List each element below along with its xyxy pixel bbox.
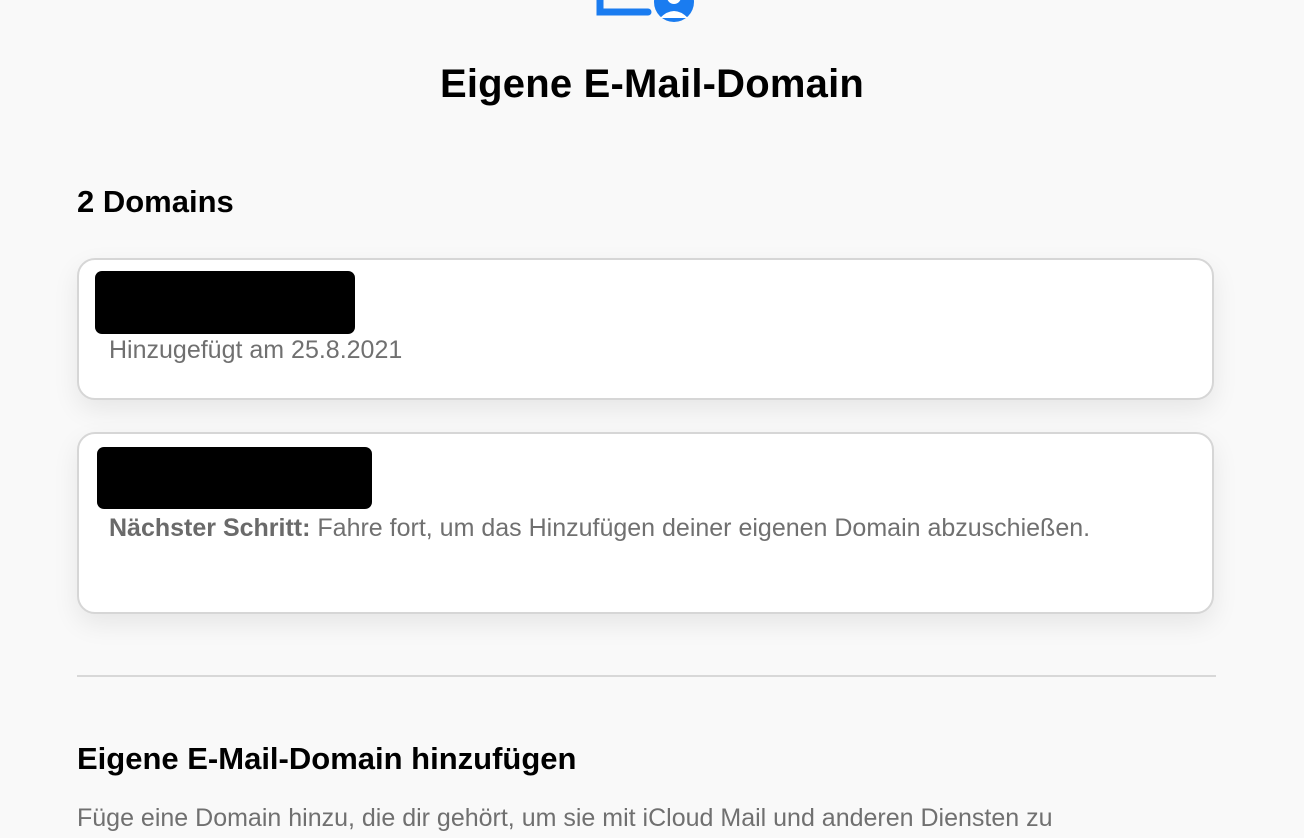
- domains-count-heading: 2 Domains: [77, 184, 234, 219]
- section-divider: [77, 675, 1216, 677]
- add-domain-description: Füge eine Domain hinzu, die dir gehört, …: [77, 804, 1053, 832]
- redacted-domain-name: [97, 447, 372, 509]
- add-domain-heading: Eigene E-Mail-Domain hinzufügen: [77, 741, 577, 776]
- mail-person-icon: [596, 0, 696, 30]
- next-step-label: Nächster Schritt:: [109, 514, 311, 542]
- next-step-note: Nächster Schritt: Fahre fort, um das Hin…: [109, 508, 1109, 548]
- domain-card-1[interactable]: Hinzugefügt am 25.8.2021: [77, 258, 1214, 400]
- domain-card-2[interactable]: Nächster Schritt: Fahre fort, um das Hin…: [77, 432, 1214, 614]
- domain-added-date: Hinzugefügt am 25.8.2021: [109, 336, 403, 364]
- redacted-domain-name: [95, 271, 355, 334]
- next-step-text: Fahre fort, um das Hinzufügen deiner eig…: [310, 514, 1091, 542]
- page-title: Eigene E-Mail-Domain: [439, 62, 865, 106]
